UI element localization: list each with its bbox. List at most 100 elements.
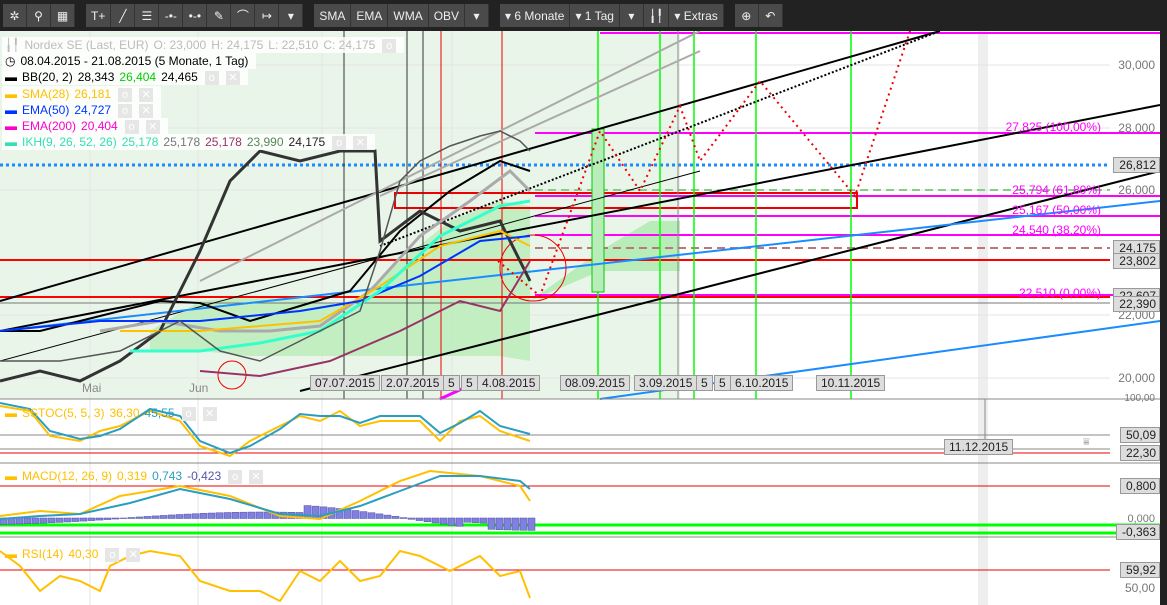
macd-bar — [495, 517, 504, 530]
macd-value: 0,319 — [117, 469, 148, 483]
rsi-legend: ▬ RSI(14) 40,30 o ✕ — [2, 546, 148, 562]
value-tag: 0,800 — [1119, 478, 1160, 494]
settings-icon[interactable]: o — [181, 406, 196, 421]
fib-label: 25,167 (50,00%) — [1012, 203, 1101, 217]
macd-bar — [223, 512, 232, 519]
date-tag[interactable]: 4.08.2015 — [477, 375, 541, 391]
chart-canvas[interactable] — [0, 31, 1160, 605]
axis-label: 20,000 — [1118, 371, 1155, 385]
zoom-icon[interactable]: ⊕ — [734, 4, 759, 27]
macd-bar — [439, 517, 448, 525]
collapse-icon[interactable]: ⩸ — [1083, 436, 1090, 449]
date-tag[interactable]: 5 — [461, 375, 478, 391]
settings-icon[interactable]: o — [118, 87, 133, 102]
axis-label: 50,00 — [1124, 581, 1155, 595]
macd-bar — [471, 517, 480, 523]
settings-icon[interactable]: o — [118, 103, 133, 118]
sma-button[interactable]: SMA — [314, 4, 352, 27]
month-label: Jun — [189, 381, 209, 395]
macd-bar — [175, 514, 184, 519]
pencil-icon[interactable]: ✎ — [207, 4, 232, 27]
fib-label: 27,825 (100,00%) — [1005, 120, 1101, 134]
arc-icon[interactable]: ⌒ — [231, 4, 256, 27]
date-tag[interactable]: 2.07.2015 — [381, 375, 445, 391]
bb-mid-value: 26,404 — [119, 70, 157, 84]
toolbar: ✲ ⚲ ▦ T+ ╱ ☰ -•- •-• ✎ ⌒ ↦ ▾ SMA EMA WMA OBV ▾ ▾ 6 Monate… — [0, 0, 1167, 31]
ohlc-open: O: 23,000 — [153, 38, 207, 52]
sma-legend: ▬ SMA(28) 26,181 o ✕ — [2, 86, 162, 102]
dropdown-icon[interactable]: ▾ — [465, 4, 490, 27]
close-icon[interactable]: ✕ — [225, 70, 240, 85]
instrument-name: Nordex SE (Last, EUR) — [24, 38, 149, 52]
undo-icon[interactable]: ↶ — [758, 4, 783, 27]
sstoc-legend: ▬ SSTOC(5, 5, 3) 36,30 45,55 o ✕ — [2, 405, 225, 421]
dropdown-icon[interactable]: ▾ — [279, 4, 304, 27]
macd-bar — [455, 517, 464, 527]
macd-bar — [487, 517, 496, 530]
ohlc-close: C: 24,175 — [323, 38, 376, 52]
date-tag[interactable]: 5 — [714, 375, 731, 391]
ema200-value: 20,404 — [81, 119, 118, 133]
close-icon[interactable]: ✕ — [139, 87, 154, 102]
macd-bar — [239, 511, 248, 519]
settings-icon[interactable]: o — [228, 469, 243, 484]
toolbar-group: SMA EMA WMA OBV ▾ — [314, 4, 490, 27]
settings-icon[interactable]: o — [105, 547, 120, 562]
horizontal-segment-icon[interactable]: •-• — [183, 4, 208, 27]
close-icon[interactable]: ✕ — [202, 406, 217, 421]
settings-icon[interactable]: o — [332, 135, 347, 150]
axis-label: 100,00 — [1124, 393, 1155, 404]
date-tag[interactable]: 07.07.2015 — [310, 375, 381, 391]
fib-label: 24,540 (38,20%) — [1012, 223, 1101, 237]
date-tag[interactable]: 11.12.2015 — [944, 439, 1014, 455]
axis-label: 26,000 — [1118, 183, 1155, 197]
bb-name: BB(20, 2) — [22, 70, 73, 84]
macd-bar — [103, 517, 112, 520]
macd-bar — [31, 517, 40, 524]
close-icon[interactable]: ✕ — [249, 469, 264, 484]
macd-bar — [527, 517, 536, 531]
axis-label: 30,000 — [1118, 58, 1155, 72]
date-tag[interactable]: 6.10.2015 — [730, 375, 794, 391]
month-label: Mai — [82, 381, 102, 395]
obv-button[interactable]: OBV — [428, 4, 466, 27]
dropdown-icon[interactable]: ▾ 6 Monate — [500, 4, 571, 27]
dropdown-icon[interactable]: ▾ 1 Tag — [570, 4, 620, 27]
price-tag: 23,802 — [1113, 253, 1160, 269]
horizontal-line-icon[interactable]: -•- — [159, 4, 184, 27]
date-tag[interactable]: 5 — [443, 375, 460, 391]
dropdown-icon[interactable]: ▾ — [619, 4, 644, 27]
macd-bar — [423, 517, 432, 523]
gear-icon[interactable]: ✲ — [3, 4, 27, 27]
close-icon[interactable]: ✕ — [139, 103, 154, 118]
search-icon[interactable]: ⚲ — [27, 4, 51, 27]
price-tag: 22,390 — [1113, 296, 1160, 312]
candlestick-icon[interactable]: ╽╿ — [643, 4, 670, 27]
dropdown-icon[interactable]: ▾ Extras — [669, 4, 724, 27]
close-icon[interactable]: ✕ — [126, 547, 141, 562]
wma-button[interactable]: WMA — [388, 4, 429, 27]
text-add-icon[interactable]: T+ — [86, 4, 112, 27]
macd-bar — [95, 517, 104, 521]
macd-bar — [375, 513, 384, 519]
macd-bar — [359, 511, 368, 519]
date-tag[interactable]: 5 — [696, 375, 713, 391]
ikh-value-2: 25,178 — [163, 135, 201, 149]
date-tag[interactable]: 3.09.2015 — [634, 375, 698, 391]
macd-name: MACD(12, 26, 9) — [22, 469, 113, 483]
grid-icon[interactable]: ▦ — [51, 4, 75, 27]
macd-bar — [39, 517, 48, 524]
settings-icon[interactable]: o — [382, 38, 397, 53]
line-icon[interactable]: ╱ — [111, 4, 136, 27]
ema-button[interactable]: EMA — [351, 4, 389, 27]
settings-icon[interactable]: o — [204, 70, 219, 85]
settings-icon[interactable]: o — [124, 119, 139, 134]
date-tag[interactable]: 08.09.2015 — [560, 375, 631, 391]
measure-icon[interactable]: ↦ — [255, 4, 280, 27]
close-icon[interactable]: ✕ — [353, 135, 368, 150]
date-tag[interactable]: 10.11.2015 — [816, 375, 886, 391]
fibonacci-icon[interactable]: ☰ — [135, 4, 160, 27]
close-icon[interactable]: ✕ — [145, 119, 160, 134]
macd-bar — [367, 512, 376, 519]
scrollbar[interactable] — [1160, 31, 1167, 605]
